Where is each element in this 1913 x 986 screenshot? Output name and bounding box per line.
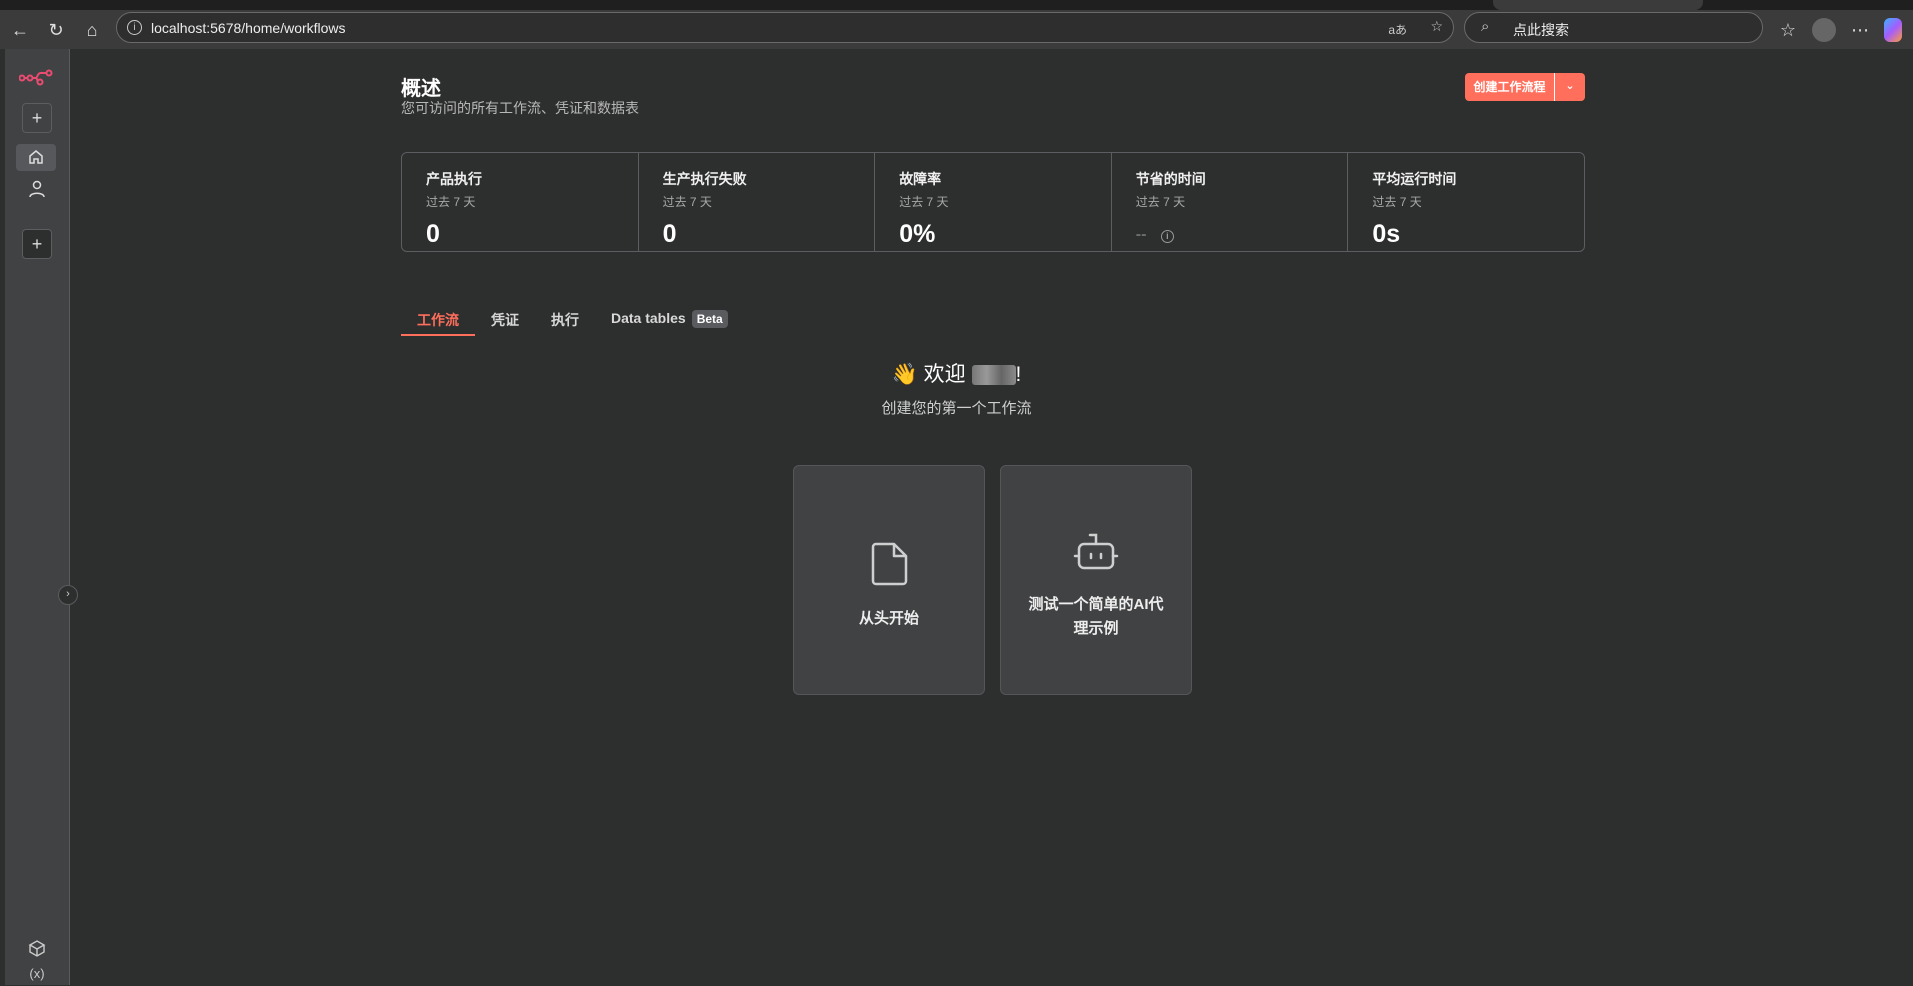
browser-search-box[interactable]: ⌕ 点此搜索 [1464, 12, 1763, 43]
stat-value: 0 [426, 220, 440, 248]
stat-period: 过去 7 天 [1372, 195, 1422, 209]
stats-panel: 产品执行 过去 7 天0 生产执行失败 过去 7 天0 故障率 过去 7 天 0% 节省… [401, 152, 1585, 252]
welcome-exclaim: ! [1015, 363, 1022, 386]
stat-value: -- [1135, 226, 1147, 243]
card-label: 从头开始 [858, 610, 919, 627]
variables-icon[interactable]: (x) [27, 966, 47, 986]
blurred-username [971, 365, 1016, 386]
browser-tab-strip [0, 0, 1913, 10]
stat-value: 0% [899, 220, 936, 248]
stat-period: 过去 7 天 [1135, 195, 1186, 209]
reload-icon[interactable]: ↻ [44, 18, 68, 42]
beta-badge: Beta [691, 310, 728, 328]
welcome-subtitle: 创建您的第一个工作流 [881, 400, 1032, 417]
tab-executions[interactable]: 执行 [535, 306, 595, 336]
tab-workflows[interactable]: 工作流 [401, 306, 475, 336]
welcome-heading: 👋 欢迎 ! [0, 358, 1913, 388]
stat-failure-rate[interactable]: 故障率过去 7 天 0% [875, 153, 1112, 251]
url-text: localhost:5678/home/workflows [151, 20, 346, 36]
stat-label: 故障率 [899, 171, 942, 187]
search-placeholder: 点此搜索 [1513, 22, 1569, 38]
create-workflow-button[interactable]: 创建工作流程 ⌄ [1465, 73, 1585, 101]
stat-period: 过去 7 天 [426, 195, 476, 209]
translate-icon[interactable]: aあ [1388, 21, 1407, 38]
page-subtitle: 您可访问的所有工作流、凭证和数据表 [401, 100, 639, 116]
user-icon[interactable] [27, 179, 47, 199]
welcome-text: 欢迎 [923, 363, 966, 386]
browser-active-tab[interactable] [1493, 0, 1703, 10]
copilot-icon[interactable] [1884, 18, 1902, 42]
templates-box-icon[interactable] [27, 938, 47, 958]
stat-prod-executions[interactable]: 产品执行过去 7 天 0 [402, 153, 639, 251]
sidebar-expand-toggle[interactable]: › [58, 585, 78, 605]
profile-avatar[interactable] [1812, 18, 1836, 42]
tab-credentials[interactable]: 凭证 [475, 306, 535, 336]
stat-failed-executions[interactable]: 生产执行失败 过去 7 天 0 [639, 153, 876, 251]
n8n-logo-icon[interactable] [19, 69, 53, 87]
add-button[interactable]: + [22, 103, 52, 133]
tab-data-tables[interactable]: Data tables Beta [595, 306, 744, 336]
stat-label: 节省的时间 [1135, 171, 1206, 187]
home-icon [29, 150, 43, 164]
stat-label: 生产执行失败 [662, 171, 747, 187]
sidebar: + + (x) [5, 49, 70, 985]
start-from-scratch-card[interactable]: 从头开始 [793, 465, 985, 695]
home-icon[interactable]: ⌂ [80, 18, 104, 42]
chevron-down-icon[interactable]: ⌄ [1555, 73, 1585, 101]
sidebar-item-home[interactable] [16, 144, 56, 171]
info-icon[interactable]: i [1160, 230, 1174, 243]
stat-period: 过去 7 天 [899, 195, 949, 209]
create-workflow-label[interactable]: 创建工作流程 [1465, 73, 1555, 101]
stat-avg-runtime[interactable]: 平均运行时间 过去 7 天 0s [1348, 153, 1584, 251]
favorite-star-icon[interactable]: ☆ [1430, 18, 1443, 35]
stat-time-saved[interactable]: 节省的时间过去 7 天 -- i [1112, 153, 1349, 251]
file-icon [871, 542, 908, 586]
wave-icon: 👋 [891, 363, 918, 386]
address-bar[interactable]: i localhost:5678/home/workflows aあ ☆ [116, 12, 1454, 43]
stat-label: 平均运行时间 [1372, 171, 1457, 187]
browser-toolbar: ← ↻ ⌂ i localhost:5678/home/workflows aあ… [0, 10, 1913, 49]
robot-icon [1073, 533, 1119, 570]
search-icon: ⌕ [1481, 18, 1490, 35]
ai-agent-example-card[interactable]: 测试一个简单的AI代理示例 [1000, 465, 1192, 695]
back-icon[interactable]: ← [8, 18, 32, 42]
stat-value: 0s [1372, 220, 1401, 248]
tabs: 工作流 凭证 执行 Data tables Beta [401, 306, 744, 336]
stat-label: 产品执行 [426, 171, 482, 187]
card-label: 测试一个简单的AI代理示例 [1028, 596, 1164, 637]
more-icon[interactable]: ⋯ [1848, 18, 1872, 42]
stat-period: 过去 7 天 [662, 195, 712, 209]
tab-label: Data tables [611, 310, 686, 326]
site-info-icon[interactable]: i [127, 20, 142, 35]
stat-value: 0 [662, 220, 677, 248]
add-project-button[interactable]: + [22, 229, 52, 259]
favorites-icon[interactable]: ☆ [1776, 18, 1800, 42]
page-title: 概述 [401, 78, 441, 100]
